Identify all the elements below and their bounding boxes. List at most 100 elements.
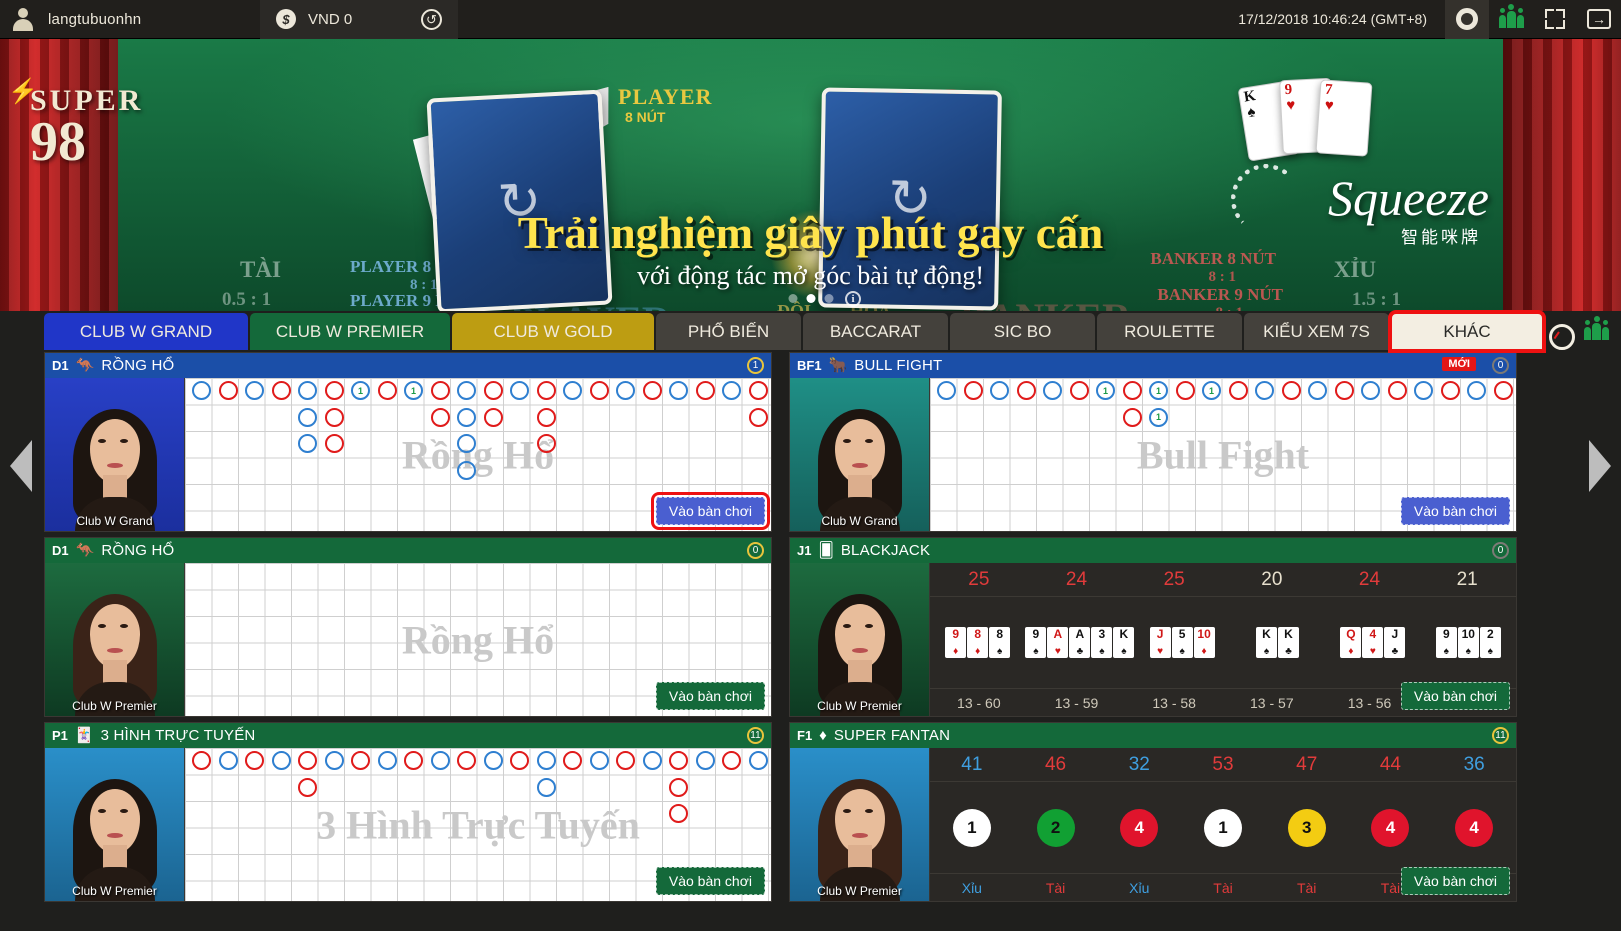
tab-baccarat[interactable]: BACCARAT — [803, 313, 948, 350]
roadmap-big-road[interactable]: Rồng Hổ 111 Vào bàn chơi — [185, 378, 771, 531]
card-value: A — [1075, 627, 1085, 641]
game-panel-d1-premier[interactable]: D1 🦘 RỒNG HỔ 0 Club W Premier Rồng Hổ Và… — [44, 537, 772, 717]
roadmap-bead — [563, 751, 582, 770]
tab-kieu-xem-7s[interactable]: KIỂU XEM 7S — [1244, 313, 1389, 350]
roadmap-bead — [1069, 381, 1089, 400]
online-players-button[interactable] — [1489, 0, 1533, 39]
blackjack-results[interactable]: 25 24 25 20 24 21 9 ♦ 8 ♦ 8 ♠ 9 ♠ A ♥ A ♣ 3 ♠ K ♠ J ♥ 5 ♠ 10 ♦ K ♠ K ♣… — [930, 563, 1516, 716]
player-count-badge: 11 — [747, 727, 764, 744]
felt-banker9-odds: 8 : 1 — [1216, 305, 1244, 311]
dealer-face — [89, 604, 140, 668]
roadmap-big-road[interactable]: Rồng Hổ Vào bàn chơi — [185, 563, 771, 716]
fantan-results[interactable]: 41 46 32 53 47 44 36 1241344 Xỉu Tài Xỉu Tài Tài Tà… — [930, 748, 1516, 901]
dealer-portrait — [63, 405, 167, 531]
info-icon[interactable]: i — [845, 291, 861, 307]
dragon-icon: 🦘 — [75, 542, 95, 559]
blackjack-score: 21 — [1456, 568, 1478, 590]
dealer-thumbnail[interactable]: Club W Premier — [790, 563, 930, 716]
gear-icon — [1456, 8, 1478, 30]
card-value: J — [1156, 627, 1164, 641]
promo-banner[interactable]: TÀI 0.5 : 1 XỈU 1.5 : 1 PLAYER 8 NÚT 8 :… — [0, 39, 1621, 311]
table-name: BULL FIGHT — [854, 357, 943, 374]
roadmap-bead — [669, 751, 688, 770]
dealer-thumbnail[interactable]: Club W Premier — [45, 748, 185, 901]
card-value: Q — [1346, 627, 1356, 641]
category-tabs: CLUB W GRAND CLUB W PREMIER CLUB W GOLD … — [0, 310, 1621, 353]
game-panel-j1-blackjack[interactable]: J1 🂠 BLACKJACK 0 Club W Premier 25 24 25… — [789, 537, 1517, 717]
dealer-thumbnail[interactable]: Club W Premier — [45, 563, 185, 716]
roadmap-bead — [430, 751, 450, 770]
card-suit: ♠ — [1465, 646, 1471, 657]
roadmap-big-road[interactable]: Bull Fight 1111 Vào bàn chơi — [930, 378, 1516, 531]
stopwatch-icon[interactable] — [1546, 319, 1575, 350]
fantan-result-label: Tài — [1213, 879, 1233, 896]
player-count-badge: 0 — [747, 542, 764, 559]
balance-box[interactable]: $ VND 0 ↺ — [260, 0, 458, 39]
roadmap-bead — [1440, 381, 1460, 400]
fantan-ball: 4 — [1120, 808, 1159, 847]
banner-dots[interactable] — [788, 294, 833, 303]
next-page-arrow[interactable] — [1589, 439, 1611, 492]
tab-club-w-premier[interactable]: CLUB W PREMIER — [250, 313, 450, 350]
bead-count: 1 — [1155, 385, 1161, 396]
fantan-result-label: Tài — [1296, 879, 1317, 896]
fantan-number-row: 41 46 32 53 47 44 36 — [930, 748, 1516, 782]
banner-dot-3[interactable] — [824, 294, 833, 303]
game-panel-p1-three-pictures[interactable]: P1 🃏 3 HÌNH TRỰC TUYẾN 11 Club W Premier… — [44, 722, 772, 902]
refresh-icon[interactable]: ↺ — [421, 8, 442, 30]
banner-dot-2[interactable] — [806, 294, 815, 303]
tab-khac[interactable]: KHÁC — [1388, 310, 1546, 353]
tab-club-w-grand[interactable]: CLUB W GRAND — [44, 313, 248, 350]
tab-roulette[interactable]: ROULETTE — [1097, 313, 1242, 350]
fullscreen-button[interactable] — [1533, 0, 1577, 39]
card-value: J — [1391, 627, 1399, 641]
settings-button[interactable] — [1445, 0, 1489, 39]
enter-table-button[interactable]: Vào bàn chơi — [650, 492, 771, 530]
casino-lobby-app: langtubuonhn $ VND 0 ↺ 17/12/2018 10:46:… — [0, 0, 1621, 931]
logout-button[interactable]: → — [1577, 0, 1621, 39]
roadmap-bead — [324, 751, 344, 770]
dealer-eye-left — [97, 439, 106, 443]
roadmap-bead — [510, 381, 529, 400]
table-code: D1 — [52, 543, 69, 558]
game-panel-f1-super-fantan[interactable]: F1 ♦ SUPER FANTAN 11 Club W Premier 41 4… — [789, 722, 1517, 902]
playing-card: 9 ♠ — [1025, 627, 1047, 658]
roadmap-bead: 1 — [1149, 381, 1168, 400]
brand-line-2: 98 — [30, 110, 86, 173]
roadmap-bead — [1122, 381, 1142, 400]
user-account[interactable]: langtubuonhn — [0, 6, 250, 32]
enter-table-button[interactable]: Vào bàn chơi — [655, 867, 765, 895]
card-suit: ♣ — [1391, 646, 1399, 657]
game-panel-bf1[interactable]: BF1 🐂 BULL FIGHT MỚI 0 Club W Grand Bull… — [789, 352, 1517, 532]
roadmap-bead — [298, 381, 317, 400]
bead-count: 1 — [357, 385, 363, 396]
banner-dot-1[interactable] — [788, 294, 797, 303]
tab-club-w-gold[interactable]: CLUB W GOLD — [452, 313, 654, 350]
roadmap-bead — [1255, 381, 1274, 400]
table-code: BF1 — [797, 358, 822, 373]
enter-table-button[interactable]: Vào bàn chơi — [655, 682, 765, 710]
card-suit: ♥ — [1157, 646, 1164, 657]
enter-table-button[interactable]: Vào bàn chơi — [1400, 497, 1510, 525]
blackjack-shoe-label: 13 - 58 — [1152, 694, 1196, 711]
card-suit: ♠ — [1099, 646, 1105, 657]
tab-sic-bo[interactable]: SIC BO — [950, 313, 1095, 350]
dealer-thumbnail[interactable]: Club W Premier — [790, 748, 930, 901]
blackjack-shoe-label: 13 - 56 — [1347, 694, 1392, 711]
tab-pho-bien[interactable]: PHỔ BIẾN — [656, 313, 801, 350]
roadmap-big-road[interactable]: 3 Hình Trực Tuyến Vào bàn chơi — [185, 748, 771, 901]
table-code: P1 — [52, 728, 68, 743]
enter-table-button[interactable]: Vào bàn chơi — [1400, 867, 1510, 895]
dealer-thumbnail[interactable]: Club W Grand — [790, 378, 930, 531]
roadmap-bead — [404, 751, 423, 770]
playing-card: J ♣ — [1384, 627, 1406, 658]
playing-card: J ♥ — [1149, 627, 1171, 658]
people-icon[interactable] — [1584, 316, 1609, 340]
roadmap-bead — [245, 381, 264, 400]
card-value: 9 — [1032, 627, 1040, 641]
roadmap-bead — [536, 407, 556, 427]
dealer-thumbnail[interactable]: Club W Grand — [45, 378, 185, 531]
prev-page-arrow[interactable] — [10, 439, 32, 492]
enter-table-button[interactable]: Vào bàn chơi — [1400, 682, 1510, 710]
game-panel-d1-grand[interactable]: D1 🦘 RỒNG HỔ 1 Club W Grand Rồng Hổ 1 1 … — [44, 352, 772, 532]
